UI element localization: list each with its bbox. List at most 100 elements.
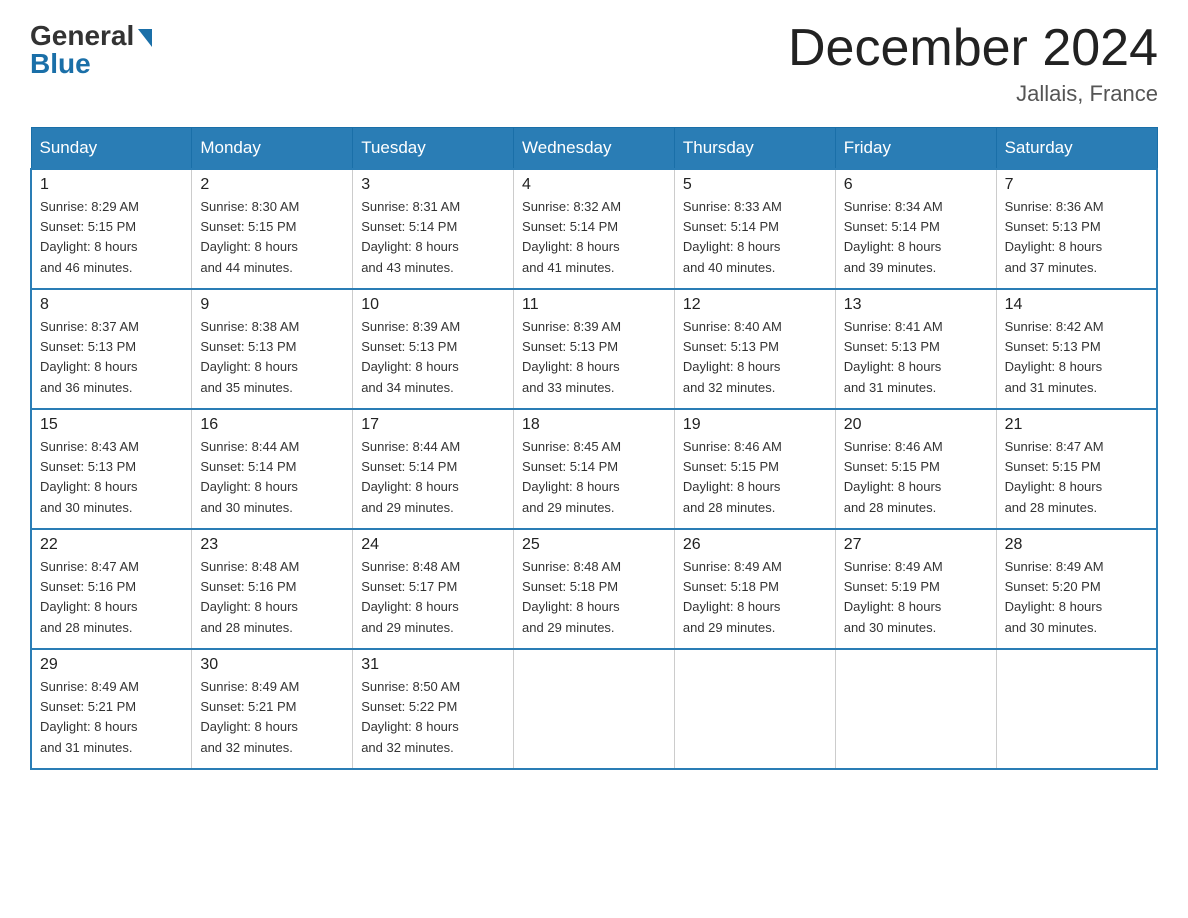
day-info: Sunrise: 8:44 AMSunset: 5:14 PMDaylight:…	[361, 437, 505, 518]
day-number: 29	[40, 656, 183, 674]
calendar-week-row: 15 Sunrise: 8:43 AMSunset: 5:13 PMDayligh…	[31, 409, 1157, 529]
calendar-day-cell: 13 Sunrise: 8:41 AMSunset: 5:13 PMDayligh…	[835, 289, 996, 409]
day-info: Sunrise: 8:47 AMSunset: 5:15 PMDaylight:…	[1005, 437, 1148, 518]
calendar-day-cell: 2 Sunrise: 8:30 AMSunset: 5:15 PMDaylight…	[192, 169, 353, 289]
column-header-monday: Monday	[192, 128, 353, 170]
day-info: Sunrise: 8:48 AMSunset: 5:16 PMDaylight:…	[200, 557, 344, 638]
calendar-day-cell: 27Sunrise: 8:49 AMSunset: 5:19 PMDayligh…	[835, 529, 996, 649]
day-info: Sunrise: 8:37 AMSunset: 5:13 PMDaylight:…	[40, 317, 183, 398]
day-number: 2	[200, 176, 344, 194]
calendar-week-row: 1 Sunrise: 8:29 AMSunset: 5:15 PMDaylight…	[31, 169, 1157, 289]
calendar-day-cell: 1 Sunrise: 8:29 AMSunset: 5:15 PMDaylight…	[31, 169, 192, 289]
day-number: 1	[40, 176, 183, 194]
day-number: 24	[361, 536, 505, 554]
day-info: Sunrise: 8:49 AMSunset: 5:21 PMDaylight:…	[40, 677, 183, 758]
calendar-week-row: 29 Sunrise: 8:49 AMSunset: 5:21 PMDayligh…	[31, 649, 1157, 769]
calendar-header-row: SundayMondayTuesdayWednesdayThursdayFrid…	[31, 128, 1157, 170]
day-number: 19	[683, 416, 827, 434]
day-number: 6	[844, 176, 988, 194]
day-number: 8	[40, 296, 183, 314]
calendar-day-cell: 5 Sunrise: 8:33 AMSunset: 5:14 PMDaylight…	[674, 169, 835, 289]
day-info: Sunrise: 8:49 AMSunset: 5:21 PMDaylight:…	[200, 677, 344, 758]
calendar-day-cell: 19Sunrise: 8:46 AMSunset: 5:15 PMDayligh…	[674, 409, 835, 529]
day-number: 17	[361, 416, 505, 434]
logo: General Blue	[30, 20, 152, 80]
calendar-day-cell: 6 Sunrise: 8:34 AMSunset: 5:14 PMDaylight…	[835, 169, 996, 289]
calendar-day-cell: 16 Sunrise: 8:44 AMSunset: 5:14 PMDayligh…	[192, 409, 353, 529]
day-info: Sunrise: 8:36 AMSunset: 5:13 PMDaylight:…	[1005, 197, 1148, 278]
day-info: Sunrise: 8:47 AMSunset: 5:16 PMDaylight:…	[40, 557, 183, 638]
day-info: Sunrise: 8:46 AMSunset: 5:15 PMDaylight:…	[844, 437, 988, 518]
month-title: December 2024	[788, 20, 1158, 77]
calendar-day-cell: 3 Sunrise: 8:31 AMSunset: 5:14 PMDaylight…	[353, 169, 514, 289]
calendar-day-cell: 23Sunrise: 8:48 AMSunset: 5:16 PMDayligh…	[192, 529, 353, 649]
day-number: 15	[40, 416, 183, 434]
day-info: Sunrise: 8:29 AMSunset: 5:15 PMDaylight:…	[40, 197, 183, 278]
day-number: 13	[844, 296, 988, 314]
calendar-day-cell: 8 Sunrise: 8:37 AMSunset: 5:13 PMDaylight…	[31, 289, 192, 409]
day-info: Sunrise: 8:39 AMSunset: 5:13 PMDaylight:…	[361, 317, 505, 398]
day-info: Sunrise: 8:32 AMSunset: 5:14 PMDaylight:…	[522, 197, 666, 278]
day-info: Sunrise: 8:45 AMSunset: 5:14 PMDaylight:…	[522, 437, 666, 518]
day-number: 9	[200, 296, 344, 314]
day-info: Sunrise: 8:30 AMSunset: 5:15 PMDaylight:…	[200, 197, 344, 278]
calendar-day-cell: 21 Sunrise: 8:47 AMSunset: 5:15 PMDayligh…	[996, 409, 1157, 529]
day-info: Sunrise: 8:43 AMSunset: 5:13 PMDaylight:…	[40, 437, 183, 518]
day-number: 30	[200, 656, 344, 674]
day-number: 12	[683, 296, 827, 314]
day-number: 20	[844, 416, 988, 434]
calendar-day-cell: 18 Sunrise: 8:45 AMSunset: 5:14 PMDayligh…	[514, 409, 675, 529]
day-number: 26	[683, 536, 827, 554]
day-info: Sunrise: 8:39 AMSunset: 5:13 PMDaylight:…	[522, 317, 666, 398]
calendar-day-cell	[996, 649, 1157, 769]
calendar-day-cell: 17 Sunrise: 8:44 AMSunset: 5:14 PMDayligh…	[353, 409, 514, 529]
day-info: Sunrise: 8:34 AMSunset: 5:14 PMDaylight:…	[844, 197, 988, 278]
calendar-day-cell: 15 Sunrise: 8:43 AMSunset: 5:13 PMDayligh…	[31, 409, 192, 529]
day-number: 16	[200, 416, 344, 434]
column-header-friday: Friday	[835, 128, 996, 170]
calendar-day-cell: 26 Sunrise: 8:49 AMSunset: 5:18 PMDayligh…	[674, 529, 835, 649]
calendar-day-cell: 9 Sunrise: 8:38 AMSunset: 5:13 PMDaylight…	[192, 289, 353, 409]
day-number: 5	[683, 176, 827, 194]
day-number: 10	[361, 296, 505, 314]
day-info: Sunrise: 8:33 AMSunset: 5:14 PMDaylight:…	[683, 197, 827, 278]
day-info: Sunrise: 8:48 AMSunset: 5:17 PMDaylight:…	[361, 557, 505, 638]
calendar-day-cell: 4Sunrise: 8:32 AMSunset: 5:14 PMDaylight…	[514, 169, 675, 289]
calendar-day-cell: 29 Sunrise: 8:49 AMSunset: 5:21 PMDayligh…	[31, 649, 192, 769]
calendar-day-cell: 28Sunrise: 8:49 AMSunset: 5:20 PMDayligh…	[996, 529, 1157, 649]
calendar-day-cell: 22Sunrise: 8:47 AMSunset: 5:16 PMDayligh…	[31, 529, 192, 649]
day-info: Sunrise: 8:41 AMSunset: 5:13 PMDaylight:…	[844, 317, 988, 398]
day-info: Sunrise: 8:42 AMSunset: 5:13 PMDaylight:…	[1005, 317, 1148, 398]
calendar-day-cell	[674, 649, 835, 769]
calendar-week-row: 8 Sunrise: 8:37 AMSunset: 5:13 PMDaylight…	[31, 289, 1157, 409]
page-header: General Blue December 2024 Jallais, Fran…	[30, 20, 1158, 107]
day-number: 27	[844, 536, 988, 554]
calendar-day-cell	[835, 649, 996, 769]
day-info: Sunrise: 8:48 AMSunset: 5:18 PMDaylight:…	[522, 557, 666, 638]
calendar-day-cell: 10 Sunrise: 8:39 AMSunset: 5:13 PMDayligh…	[353, 289, 514, 409]
column-header-sunday: Sunday	[31, 128, 192, 170]
logo-arrow-icon	[138, 29, 152, 47]
day-number: 25	[522, 536, 666, 554]
calendar-day-cell: 20 Sunrise: 8:46 AMSunset: 5:15 PMDayligh…	[835, 409, 996, 529]
calendar-day-cell: 30 Sunrise: 8:49 AMSunset: 5:21 PMDayligh…	[192, 649, 353, 769]
day-number: 31	[361, 656, 505, 674]
title-area: December 2024 Jallais, France	[788, 20, 1158, 107]
day-info: Sunrise: 8:31 AMSunset: 5:14 PMDaylight:…	[361, 197, 505, 278]
column-header-wednesday: Wednesday	[514, 128, 675, 170]
day-info: Sunrise: 8:49 AMSunset: 5:18 PMDaylight:…	[683, 557, 827, 638]
calendar-week-row: 22Sunrise: 8:47 AMSunset: 5:16 PMDayligh…	[31, 529, 1157, 649]
calendar-day-cell: 7Sunrise: 8:36 AMSunset: 5:13 PMDaylight…	[996, 169, 1157, 289]
day-info: Sunrise: 8:49 AMSunset: 5:20 PMDaylight:…	[1005, 557, 1148, 638]
calendar-day-cell: 12Sunrise: 8:40 AMSunset: 5:13 PMDayligh…	[674, 289, 835, 409]
day-number: 14	[1005, 296, 1148, 314]
day-number: 3	[361, 176, 505, 194]
calendar-day-cell: 31Sunrise: 8:50 AMSunset: 5:22 PMDayligh…	[353, 649, 514, 769]
calendar-day-cell: 14 Sunrise: 8:42 AMSunset: 5:13 PMDayligh…	[996, 289, 1157, 409]
day-number: 18	[522, 416, 666, 434]
day-number: 21	[1005, 416, 1148, 434]
day-info: Sunrise: 8:44 AMSunset: 5:14 PMDaylight:…	[200, 437, 344, 518]
day-info: Sunrise: 8:38 AMSunset: 5:13 PMDaylight:…	[200, 317, 344, 398]
calendar-day-cell: 11Sunrise: 8:39 AMSunset: 5:13 PMDayligh…	[514, 289, 675, 409]
calendar-day-cell	[514, 649, 675, 769]
